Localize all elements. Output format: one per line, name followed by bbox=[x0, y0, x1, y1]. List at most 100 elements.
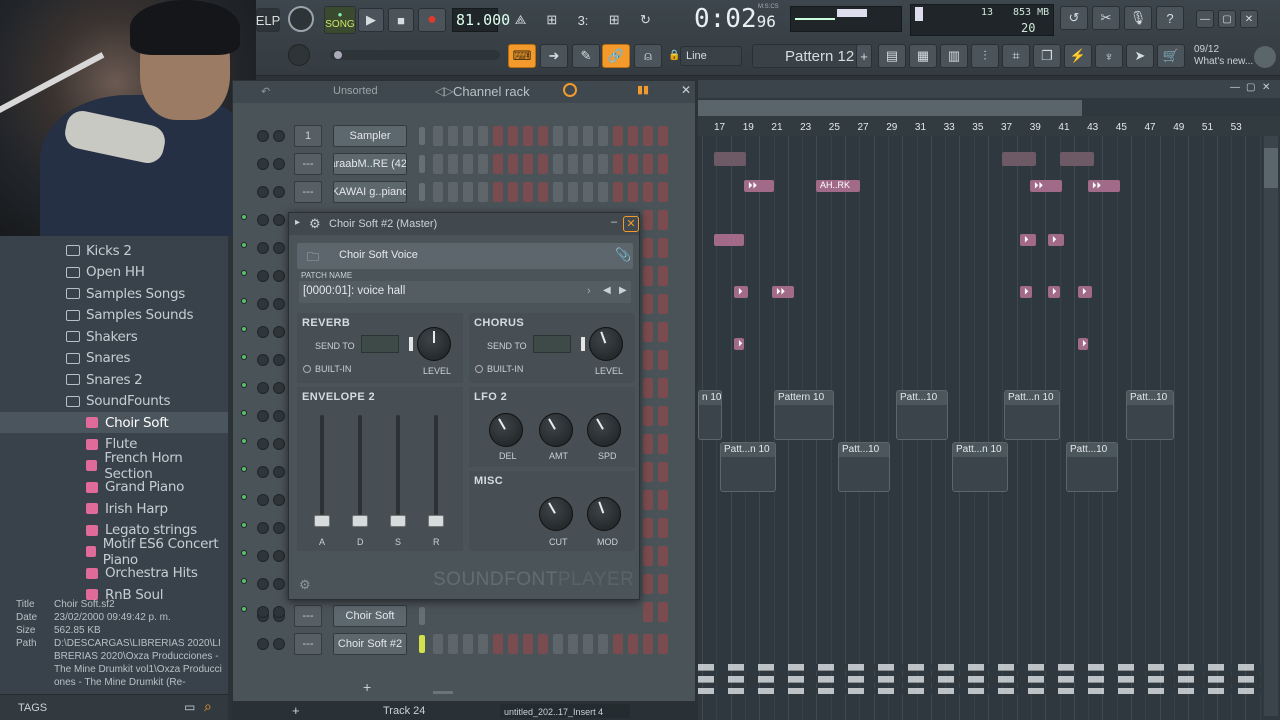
browser-item[interactable]: Motif ES6 Concert Piano bbox=[0, 536, 228, 568]
step-button[interactable] bbox=[568, 182, 578, 202]
step-button[interactable] bbox=[463, 182, 473, 202]
browser-item[interactable]: Open HH bbox=[0, 262, 228, 283]
step-button[interactable] bbox=[448, 126, 458, 146]
pattern-clip[interactable]: Patt...10 bbox=[838, 442, 890, 492]
channel-active-led[interactable] bbox=[241, 214, 247, 220]
folder-icon[interactable]: ▭ bbox=[184, 700, 195, 714]
channel-volume-knob[interactable] bbox=[273, 354, 285, 366]
patch-next-icon[interactable]: ▶ bbox=[619, 285, 627, 296]
mixer-track-number[interactable]: 1 bbox=[294, 125, 322, 147]
piano-roll-icon[interactable]: ▦ bbox=[909, 44, 937, 68]
help-icon[interactable]: ? bbox=[1156, 6, 1184, 30]
minimize-icon[interactable]: — bbox=[1196, 10, 1214, 28]
channel-pan-knob[interactable] bbox=[257, 130, 269, 142]
step-button[interactable] bbox=[523, 154, 533, 174]
step-button[interactable] bbox=[433, 126, 443, 146]
cutoff-knob[interactable] bbox=[539, 497, 573, 531]
cut-icon[interactable]: ✂ bbox=[1092, 6, 1120, 30]
pattern-clip[interactable]: Patt...10 bbox=[1066, 442, 1118, 492]
step-button[interactable] bbox=[493, 154, 503, 174]
channel-volume-knob[interactable] bbox=[273, 494, 285, 506]
maximize-icon[interactable]: ▢ bbox=[1218, 10, 1236, 28]
step-button[interactable] bbox=[463, 154, 473, 174]
clip-header[interactable]: ⏵ bbox=[1048, 286, 1060, 298]
patch-select[interactable]: [0000:01]: voice hall › ◀ ▶ bbox=[299, 281, 631, 303]
channel-active-led[interactable] bbox=[241, 550, 247, 556]
channel-pan-knob[interactable] bbox=[257, 186, 269, 198]
metronome-icon[interactable]: ⟁ bbox=[508, 8, 533, 32]
countdown-icon[interactable]: 3: bbox=[570, 8, 595, 32]
step-button[interactable] bbox=[568, 126, 578, 146]
clip-header[interactable]: ⏵ bbox=[1020, 286, 1032, 298]
step-button[interactable] bbox=[478, 182, 488, 202]
step-button[interactable] bbox=[433, 182, 443, 202]
pattern-clip[interactable]: Patt...n 10 bbox=[1004, 390, 1060, 440]
step-button[interactable] bbox=[493, 182, 503, 202]
modulation-knob[interactable] bbox=[587, 497, 621, 531]
step-button[interactable] bbox=[643, 154, 653, 174]
automation-clips-strip[interactable] bbox=[698, 664, 1264, 694]
step-button[interactable] bbox=[523, 182, 533, 202]
step-button[interactable] bbox=[613, 182, 623, 202]
project-icon[interactable]: ❐ bbox=[1033, 44, 1061, 68]
step-button[interactable] bbox=[448, 182, 458, 202]
step-button[interactable] bbox=[658, 210, 668, 230]
channel-pan-knob[interactable] bbox=[257, 326, 269, 338]
mixer-icon[interactable]: ⫶ bbox=[971, 44, 999, 68]
step-button[interactable] bbox=[628, 182, 638, 202]
step-button[interactable] bbox=[568, 634, 578, 654]
audio-clip[interactable] bbox=[1060, 152, 1094, 166]
tempo-tap-icon[interactable]: ♆ bbox=[1095, 44, 1123, 68]
master-volume-knob[interactable] bbox=[288, 6, 314, 32]
channel-pan-knob[interactable] bbox=[257, 298, 269, 310]
channel-volume-knob[interactable] bbox=[273, 606, 285, 618]
mixer-track-number[interactable]: --- bbox=[294, 181, 322, 203]
group-filter[interactable]: Unsorted bbox=[333, 85, 378, 97]
channel-select-led[interactable] bbox=[419, 635, 425, 653]
channel-select-led[interactable] bbox=[419, 127, 425, 145]
step-button[interactable] bbox=[598, 126, 608, 146]
channel-active-led[interactable] bbox=[241, 298, 247, 304]
channel-volume-knob[interactable] bbox=[273, 186, 285, 198]
browser-item[interactable]: Choir Soft bbox=[0, 412, 228, 433]
pattern-clip[interactable]: Patt...10 bbox=[1126, 390, 1174, 440]
folder-open-icon[interactable]: 🗀 bbox=[307, 248, 319, 269]
pattern-selector[interactable]: Pattern 12 bbox=[752, 44, 862, 68]
wait-input-icon[interactable]: ⊞ bbox=[539, 8, 564, 32]
step-button[interactable] bbox=[643, 574, 653, 594]
playlist-min-icon[interactable]: — bbox=[1230, 82, 1240, 93]
step-button[interactable] bbox=[598, 182, 608, 202]
step-button[interactable] bbox=[658, 518, 668, 538]
browser-item[interactable]: Shakers bbox=[0, 326, 228, 347]
playlist-close-icon[interactable]: ✕ bbox=[1262, 82, 1270, 93]
step-button[interactable] bbox=[643, 518, 653, 538]
scroll-thumb[interactable] bbox=[1264, 148, 1278, 188]
browser-item[interactable]: French Horn Section bbox=[0, 450, 228, 482]
sfp-close-icon[interactable]: ✕ bbox=[623, 216, 639, 232]
step-button[interactable] bbox=[643, 378, 653, 398]
step-button[interactable] bbox=[478, 126, 488, 146]
rack-scroll-handle[interactable] bbox=[433, 691, 453, 694]
channel-pan-knob[interactable] bbox=[257, 158, 269, 170]
step-edit-icon[interactable]: ⊞ bbox=[602, 8, 627, 32]
browser-item[interactable]: Samples Sounds bbox=[0, 305, 228, 326]
sfp-minimize-icon[interactable]: – bbox=[611, 216, 617, 228]
news-panel[interactable]: 09/12 What's new... bbox=[1194, 44, 1253, 68]
step-button[interactable] bbox=[613, 154, 623, 174]
step-button[interactable] bbox=[643, 126, 653, 146]
song-position-slider[interactable] bbox=[330, 50, 500, 60]
browser-item[interactable]: Grand Piano bbox=[0, 477, 228, 498]
step-button[interactable] bbox=[613, 634, 623, 654]
step-button[interactable] bbox=[508, 154, 518, 174]
channel-pan-knob[interactable] bbox=[257, 242, 269, 254]
step-button[interactable] bbox=[478, 634, 488, 654]
channel-volume-knob[interactable] bbox=[273, 382, 285, 394]
plugin-icon[interactable]: ⚡ bbox=[1064, 44, 1092, 68]
clip-header-ahrk[interactable]: AH..RK bbox=[816, 180, 860, 192]
channel-pan-knob[interactable] bbox=[257, 522, 269, 534]
channel-pan-knob[interactable] bbox=[257, 494, 269, 506]
decay-fader[interactable] bbox=[352, 515, 368, 527]
reverb-level-knob[interactable] bbox=[417, 327, 451, 361]
channel-volume-knob[interactable] bbox=[273, 638, 285, 650]
step-button[interactable] bbox=[628, 154, 638, 174]
